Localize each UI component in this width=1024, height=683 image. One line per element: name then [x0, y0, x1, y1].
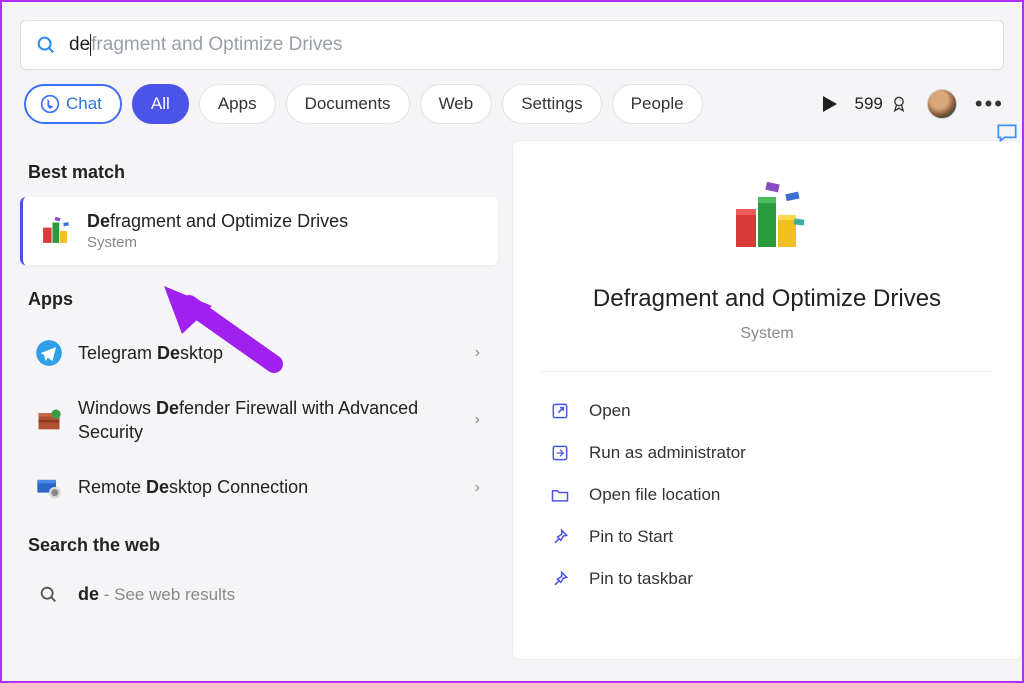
search-icon — [35, 34, 57, 56]
app-label: Remote Desktop Connection — [78, 475, 461, 499]
action-label: Open file location — [589, 485, 720, 505]
separator — [541, 371, 993, 372]
more-menu-icon[interactable]: ••• — [975, 91, 1004, 117]
details-title: Defragment and Optimize Drives — [593, 285, 941, 313]
filter-people[interactable]: People — [612, 84, 703, 124]
results-column: Best match Defragment and Optimize Drive… — [20, 134, 498, 660]
chat-label: Chat — [66, 94, 102, 114]
action-label: Open — [589, 401, 631, 421]
best-match-item[interactable]: Defragment and Optimize Drives System — [20, 197, 498, 265]
filter-row: Chat All Apps Documents Web Settings Peo… — [2, 70, 1022, 134]
filter-all[interactable]: All — [132, 84, 189, 124]
chat-sidebar-icon[interactable] — [994, 120, 1020, 146]
scroll-more-icon[interactable] — [823, 96, 837, 112]
action-open-location[interactable]: Open file location — [541, 474, 993, 516]
details-subtitle: System — [740, 325, 793, 343]
search-bar[interactable]: de fragment and Optimize Drives — [20, 20, 1004, 70]
app-item-defender-firewall[interactable]: Windows Defender Firewall with Advanced … — [20, 382, 498, 459]
action-label: Pin to Start — [589, 527, 673, 547]
search-autocomplete-text: fragment and Optimize Drives — [91, 34, 342, 56]
action-label: Run as administrator — [589, 443, 746, 463]
action-label: Pin to taskbar — [589, 569, 693, 589]
search-input[interactable]: de fragment and Optimize Drives — [69, 34, 342, 56]
action-run-admin[interactable]: Run as administrator — [541, 432, 993, 474]
filter-apps[interactable]: Apps — [199, 84, 276, 124]
section-best-match-title: Best match — [20, 154, 498, 197]
user-avatar[interactable] — [927, 89, 957, 119]
chevron-right-icon: › — [475, 479, 480, 497]
search-icon — [34, 580, 64, 610]
filter-settings[interactable]: Settings — [502, 84, 601, 124]
defrag-icon — [37, 213, 73, 249]
web-result-item[interactable]: de - See web results — [20, 570, 498, 620]
app-label: Windows Defender Firewall with Advanced … — [78, 396, 461, 445]
action-open[interactable]: Open — [541, 390, 993, 432]
search-typed-text: de — [69, 34, 90, 56]
remote-desktop-icon — [34, 473, 64, 503]
section-apps-title: Apps — [20, 281, 498, 324]
action-pin-start[interactable]: Pin to Start — [541, 516, 993, 558]
details-panel: Defragment and Optimize Drives System Op… — [512, 140, 1022, 660]
best-match-subtitle: System — [87, 234, 348, 251]
chevron-right-icon: › — [475, 411, 480, 429]
pin-icon — [549, 526, 571, 548]
filter-documents[interactable]: Documents — [286, 84, 410, 124]
firewall-icon — [34, 405, 64, 435]
app-item-remote-desktop[interactable]: Remote Desktop Connection › — [20, 459, 498, 517]
open-icon — [549, 400, 571, 422]
rewards-points: 599 — [855, 94, 883, 114]
section-search-web-title: Search the web — [20, 527, 498, 570]
chevron-right-icon: › — [475, 344, 480, 362]
filter-web[interactable]: Web — [420, 84, 493, 124]
chat-pill[interactable]: Chat — [24, 84, 122, 124]
defrag-hero-icon — [722, 177, 812, 257]
web-result-label: de - See web results — [78, 584, 235, 605]
folder-icon — [549, 484, 571, 506]
medal-icon — [889, 94, 909, 114]
bing-icon — [40, 94, 60, 114]
best-match-title: Defragment and Optimize Drives — [87, 211, 348, 232]
app-label: Telegram Desktop — [78, 341, 461, 365]
action-pin-taskbar[interactable]: Pin to taskbar — [541, 558, 993, 600]
telegram-icon — [34, 338, 64, 368]
pin-icon — [549, 568, 571, 590]
rewards-button[interactable]: 599 — [855, 94, 909, 114]
app-item-telegram[interactable]: Telegram Desktop › — [20, 324, 498, 382]
admin-icon — [549, 442, 571, 464]
